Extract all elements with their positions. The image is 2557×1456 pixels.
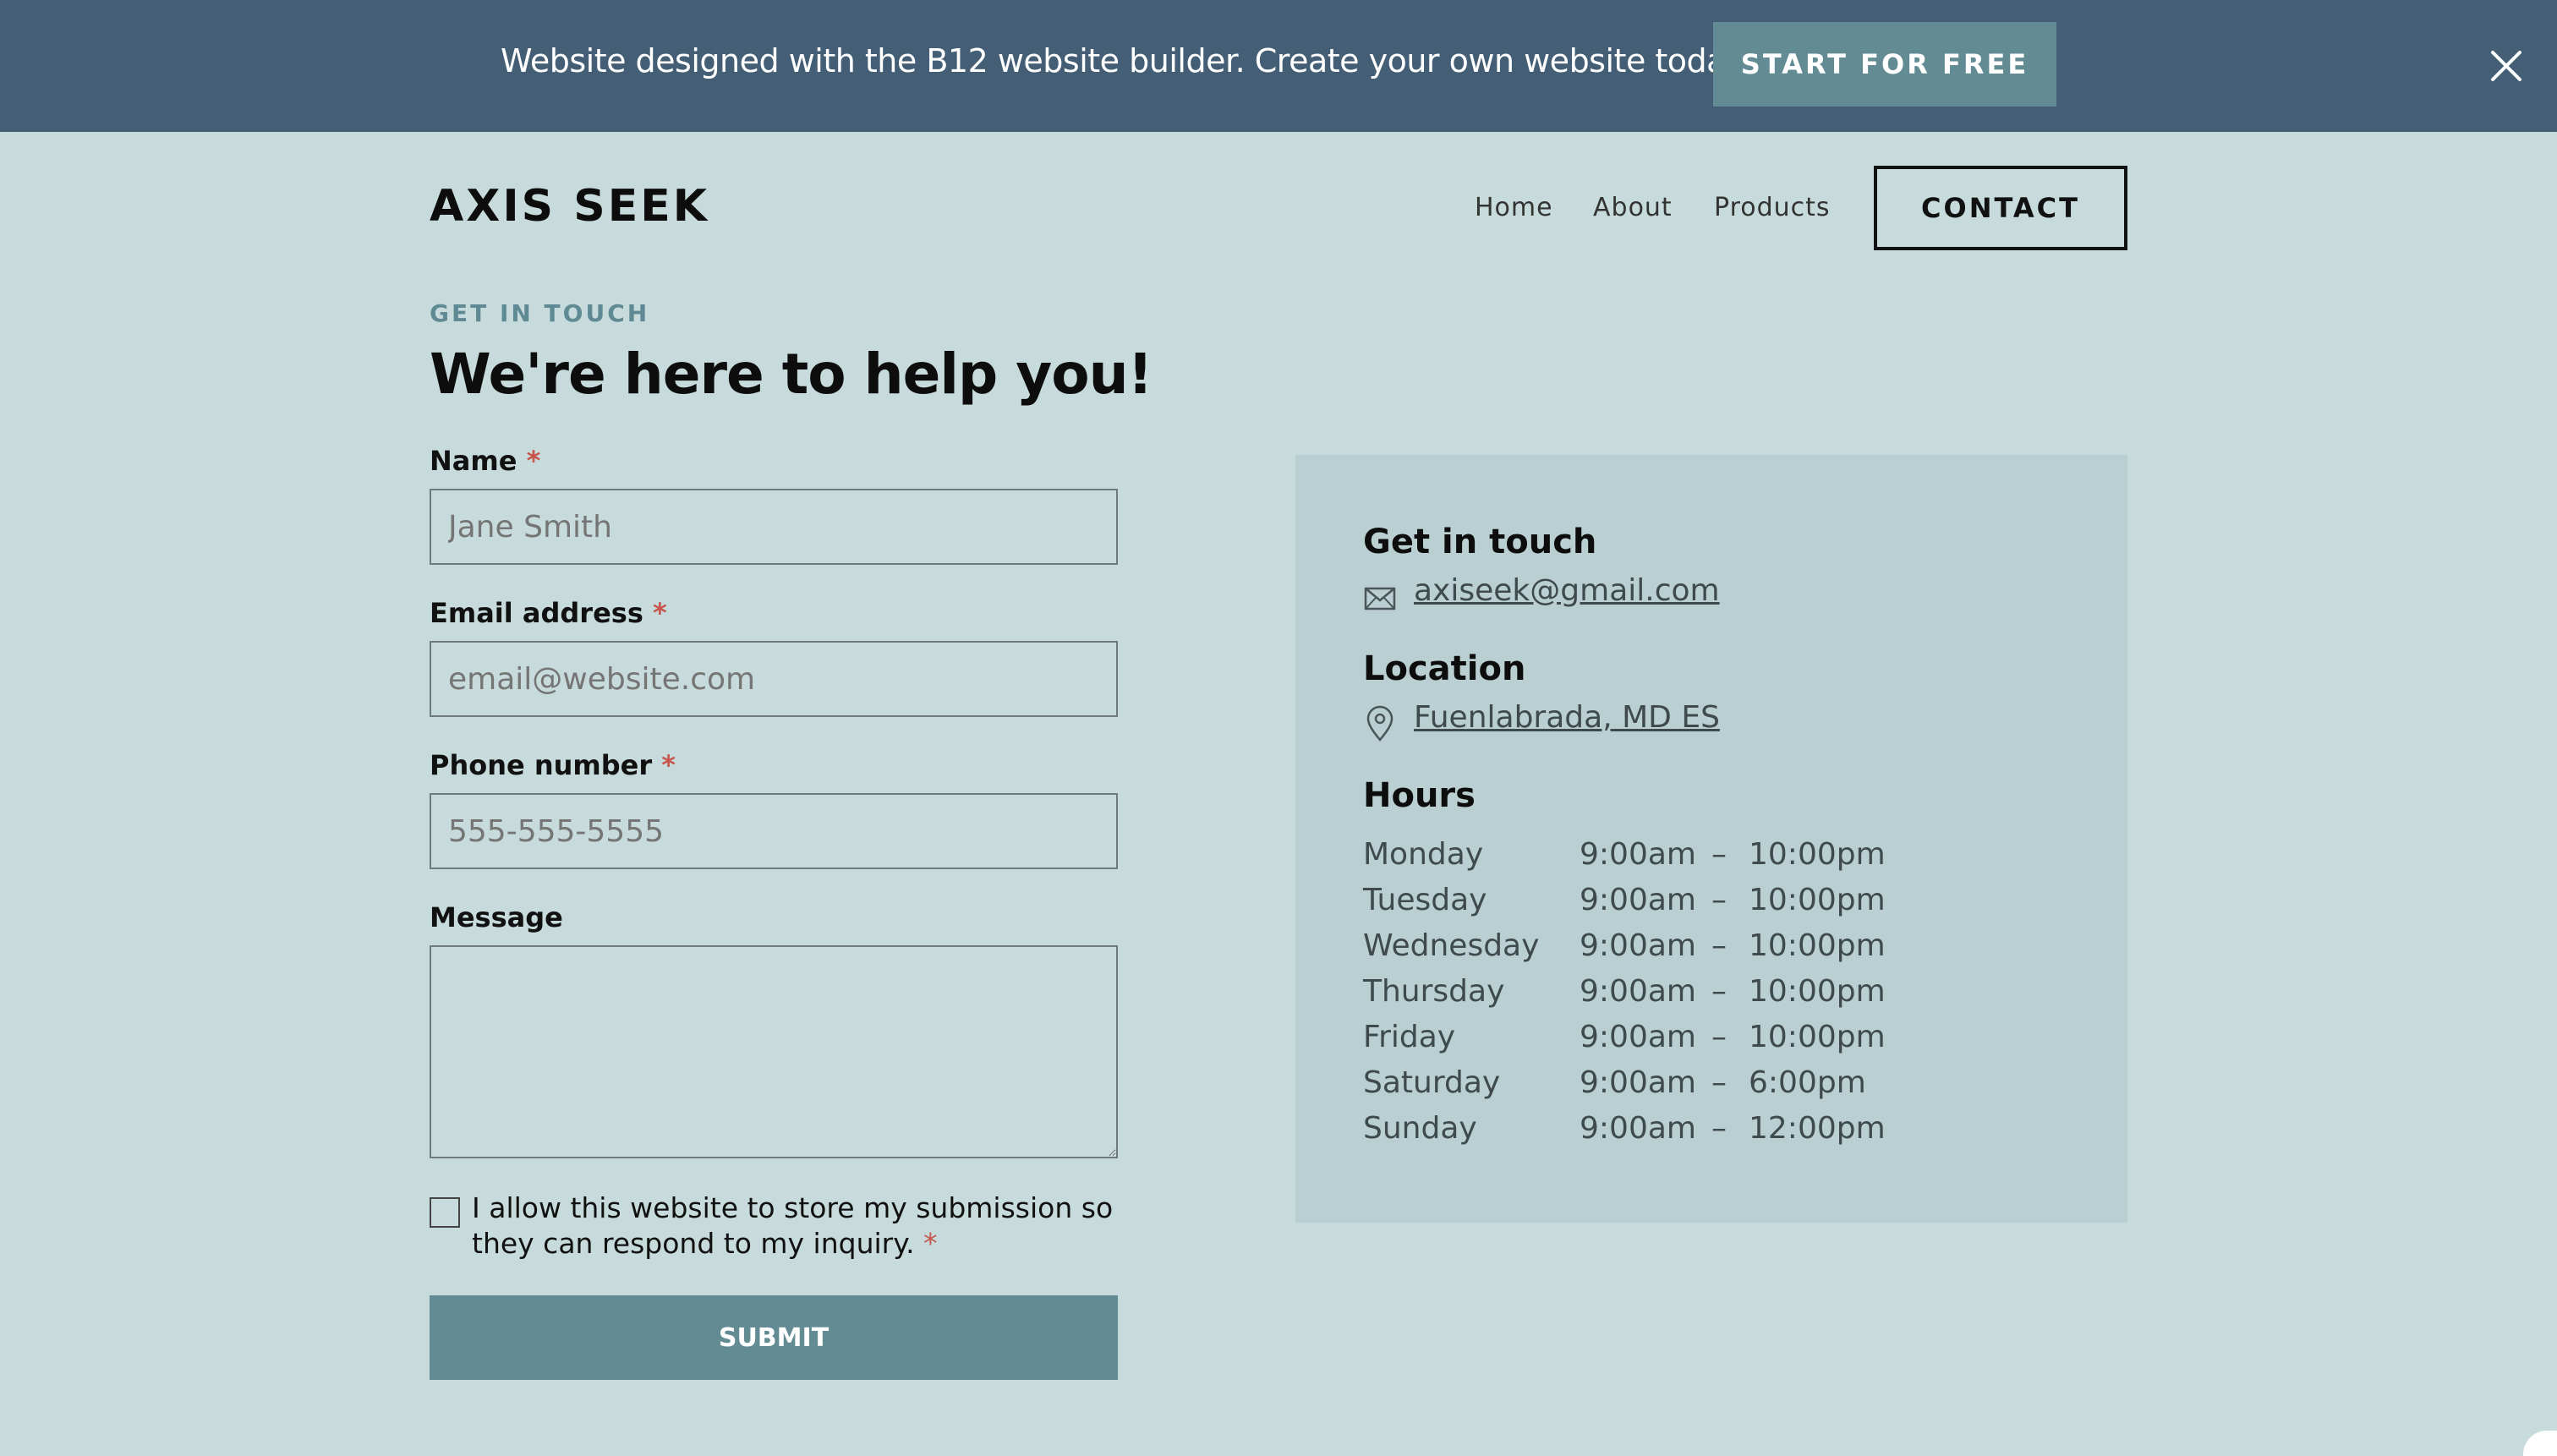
hours-open: 9:00am <box>1580 928 1696 963</box>
consent-text: I allow this website to store my submiss… <box>472 1191 1114 1260</box>
phone-label-text: Phone number <box>430 749 653 781</box>
banner-text: Website designed with the B12 website bu… <box>501 42 1750 79</box>
name-label: Name * <box>430 445 540 477</box>
contact-info-card: Get in touch axiseek@gmail.com Location … <box>1295 455 2127 1223</box>
nav-home-link[interactable]: Home <box>1475 193 1553 222</box>
hours-day: Sunday <box>1363 1111 1477 1146</box>
close-icon[interactable] <box>2488 47 2525 85</box>
hours-open: 9:00am <box>1580 883 1696 917</box>
hours-row: Wednesday 9:00am – 10:00pm <box>1363 928 2040 974</box>
envelope-icon <box>1363 582 1397 616</box>
hours-close: 12:00pm <box>1749 1111 1886 1146</box>
nav-contact-button[interactable]: CONTACT <box>1874 166 2127 250</box>
consent-label: I allow this website to store my submiss… <box>472 1191 1131 1262</box>
name-label-text: Name <box>430 445 517 477</box>
page-title: We're here to help you! <box>430 342 1153 407</box>
name-input[interactable] <box>430 489 1118 565</box>
required-asterisk: * <box>661 749 676 781</box>
submit-button[interactable]: SUBMIT <box>430 1295 1118 1380</box>
section-eyebrow: GET IN TOUCH <box>430 299 650 327</box>
start-for-free-button[interactable]: START FOR FREE <box>1713 22 2056 107</box>
email-label: Email address * <box>430 597 667 629</box>
hours-close: 10:00pm <box>1749 928 1886 963</box>
email-input[interactable] <box>430 641 1118 717</box>
required-asterisk: * <box>653 597 667 629</box>
hours-dash: – <box>1711 1020 1727 1054</box>
get-in-touch-heading: Get in touch <box>1363 523 1597 561</box>
map-pin-icon <box>1363 705 1397 742</box>
hours-close: 10:00pm <box>1749 974 1886 1009</box>
hours-row: Saturday 9:00am – 6:00pm <box>1363 1065 2040 1111</box>
consent-checkbox[interactable] <box>430 1197 460 1228</box>
location-heading: Location <box>1363 649 1526 688</box>
hours-close: 10:00pm <box>1749 1020 1886 1054</box>
hours-day: Wednesday <box>1363 928 1540 963</box>
hours-day: Monday <box>1363 837 1484 872</box>
required-asterisk: * <box>923 1227 938 1260</box>
location-link[interactable]: Fuenlabrada, MD ES <box>1414 700 1720 735</box>
hours-dash: – <box>1711 1065 1727 1100</box>
hours-day: Thursday <box>1363 974 1505 1009</box>
hours-dash: – <box>1711 837 1727 872</box>
message-label: Message <box>430 901 563 933</box>
window-corner <box>2523 1431 2557 1456</box>
hours-close: 6:00pm <box>1749 1065 1866 1100</box>
promo-banner: Website designed with the B12 website bu… <box>0 0 2557 132</box>
hours-open: 9:00am <box>1580 837 1696 872</box>
hours-open: 9:00am <box>1580 1020 1696 1054</box>
hours-open: 9:00am <box>1580 974 1696 1009</box>
hours-open: 9:00am <box>1580 1111 1696 1146</box>
hours-row: Friday 9:00am – 10:00pm <box>1363 1020 2040 1065</box>
hours-open: 9:00am <box>1580 1065 1696 1100</box>
hours-day: Friday <box>1363 1020 1456 1054</box>
hours-row: Tuesday 9:00am – 10:00pm <box>1363 883 2040 928</box>
email-label-text: Email address <box>430 597 643 629</box>
hours-row: Monday 9:00am – 10:00pm <box>1363 837 2040 883</box>
hours-row: Thursday 9:00am – 10:00pm <box>1363 974 2040 1020</box>
hours-dash: – <box>1711 928 1727 963</box>
site-logo[interactable]: AXIS SEEK <box>430 181 709 232</box>
hours-row: Sunday 9:00am – 12:00pm <box>1363 1111 2040 1157</box>
nav-about-link[interactable]: About <box>1593 193 1673 222</box>
email-link[interactable]: axiseek@gmail.com <box>1414 573 1720 608</box>
hours-dash: – <box>1711 883 1727 917</box>
hours-day: Saturday <box>1363 1065 1501 1100</box>
hours-heading: Hours <box>1363 776 1476 815</box>
hours-close: 10:00pm <box>1749 883 1886 917</box>
nav-products-link[interactable]: Products <box>1714 193 1831 222</box>
message-textarea[interactable] <box>430 945 1118 1158</box>
hours-dash: – <box>1711 1111 1727 1146</box>
phone-label: Phone number * <box>430 749 676 781</box>
hours-close: 10:00pm <box>1749 837 1886 872</box>
phone-input[interactable] <box>430 793 1118 869</box>
required-asterisk: * <box>526 445 541 477</box>
hours-day: Tuesday <box>1363 883 1487 917</box>
hours-dash: – <box>1711 974 1727 1009</box>
